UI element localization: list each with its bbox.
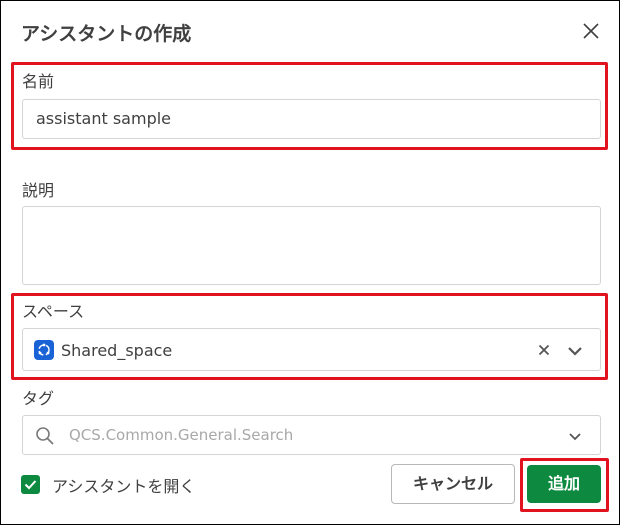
description-textarea[interactable] <box>22 206 601 285</box>
name-label: 名前 <box>22 72 55 91</box>
clear-icon[interactable] <box>535 341 553 359</box>
chevron-down-icon[interactable] <box>566 427 584 445</box>
space-label: スペース <box>22 302 85 321</box>
name-input[interactable]: assistant sample <box>22 99 601 139</box>
create-assistant-dialog: アシスタントの作成 名前 assistant sample 説明 スペース Sh… <box>0 0 620 525</box>
cancel-button[interactable]: キャンセル <box>391 464 515 504</box>
chevron-down-icon[interactable] <box>565 341 585 361</box>
shared-space-icon <box>34 340 54 360</box>
space-value: Shared_space <box>61 341 173 360</box>
dialog-title: アシスタントの作成 <box>21 23 192 45</box>
search-icon <box>34 425 56 447</box>
open-assistant-checkbox[interactable] <box>21 475 40 494</box>
tag-placeholder: QCS.Common.General.Search <box>69 426 294 444</box>
tag-search-input[interactable]: QCS.Common.General.Search <box>22 415 601 455</box>
tag-label: タグ <box>22 389 55 408</box>
description-label: 説明 <box>22 181 55 200</box>
add-button[interactable]: 追加 <box>527 465 601 503</box>
space-select[interactable]: Shared_space <box>22 328 601 371</box>
close-icon[interactable] <box>579 19 603 43</box>
open-assistant-label[interactable]: アシスタントを開く <box>52 473 195 497</box>
